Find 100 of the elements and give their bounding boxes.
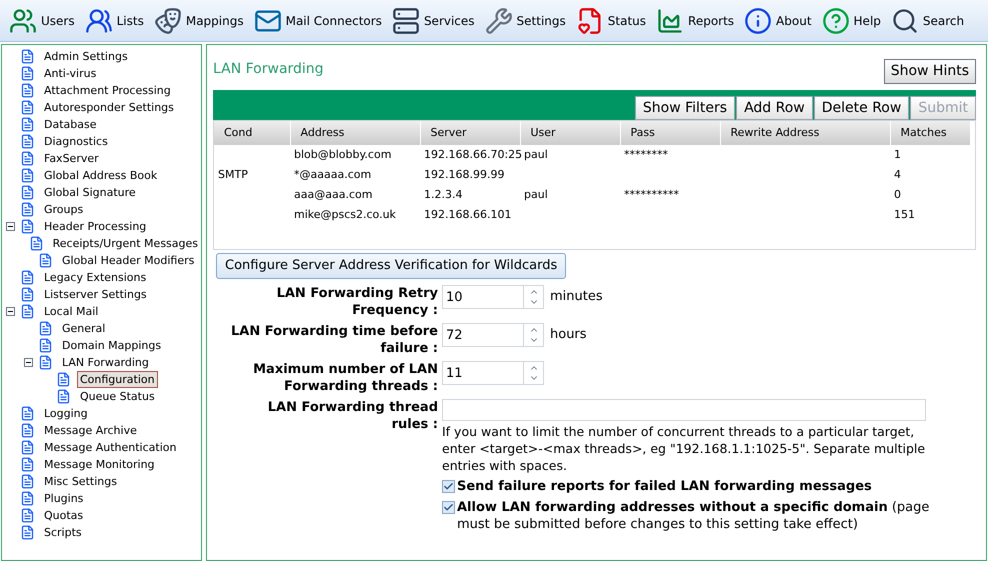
column-header[interactable]: Matches (890, 121, 970, 145)
page-icon (20, 66, 35, 81)
number-input[interactable]: 10 (442, 285, 524, 309)
tree-item[interactable]: Domain Mappings (59, 337, 164, 354)
tree-item[interactable]: Listserver Settings (41, 286, 150, 303)
tree-item[interactable]: Groups (41, 201, 86, 218)
table-cell: 192.168.99.99 (424, 168, 504, 181)
grid-button[interactable]: Add Row (736, 96, 813, 120)
page-icon (20, 49, 35, 64)
table-cell: paul (524, 148, 548, 161)
tree-item[interactable]: Attachment Processing (41, 82, 174, 99)
tree-item[interactable]: General (59, 320, 108, 337)
checkbox[interactable] (442, 480, 455, 493)
page-icon (20, 525, 35, 540)
page-icon (20, 168, 35, 183)
tree-item[interactable]: Local Mail (41, 303, 102, 320)
masks-icon (154, 6, 182, 34)
tree-item[interactable]: Anti-virus (41, 65, 100, 82)
tree-item[interactable]: Legacy Extensions (41, 269, 150, 286)
tree-item[interactable]: FaxServer (41, 150, 102, 167)
page-icon (56, 389, 71, 404)
toolbar-button[interactable]: Services (388, 2, 478, 38)
search-icon (890, 6, 919, 34)
field-label: LAN Forwarding thread rules : (266, 399, 438, 433)
table-cell: 151 (894, 208, 915, 221)
toolbar-button[interactable]: Status (572, 2, 650, 38)
toolbar-button[interactable]: Users (6, 2, 78, 38)
toolbar-button[interactable]: Lists (82, 2, 147, 38)
tree-item[interactable]: Message Monitoring (41, 456, 158, 473)
page-icon (28, 236, 44, 251)
column-header[interactable]: User (520, 121, 620, 145)
text-input[interactable] (442, 399, 926, 421)
spin-buttons[interactable] (524, 285, 544, 309)
tree-item[interactable]: Header Processing (41, 218, 150, 235)
toolbar-button[interactable]: Mappings (150, 2, 247, 38)
tree-item[interactable]: Message Authentication (41, 439, 180, 456)
collapse-toggle[interactable] (6, 222, 14, 231)
page-icon (20, 151, 35, 166)
show-hints-button[interactable]: Show Hints (884, 59, 976, 84)
tree-item[interactable]: Message Archive (41, 422, 140, 439)
spin-buttons[interactable] (524, 323, 544, 347)
unit-label: minutes (550, 288, 603, 306)
column-header[interactable]: Pass (620, 121, 720, 145)
table-cell: *@aaaaa.com (294, 168, 372, 181)
tree-item[interactable]: Scripts (41, 524, 85, 541)
tree-item[interactable]: Global Address Book (41, 167, 160, 184)
toolbar-button[interactable]: Mail Connectors (250, 2, 385, 38)
checkbox[interactable] (442, 501, 455, 514)
table-cell: aaa@aaa.com (294, 188, 372, 201)
tree-item[interactable]: Quotas (41, 507, 86, 524)
grid-button[interactable]: Show Filters (634, 96, 736, 120)
table-cell: blob@blobby.com (294, 148, 392, 161)
tree-item[interactable]: Global Signature (41, 184, 139, 201)
column-header[interactable]: Rewrite Address (720, 121, 890, 145)
spin-buttons[interactable] (524, 361, 544, 385)
page-title: LAN Forwarding (213, 60, 324, 79)
page-icon (20, 219, 35, 234)
toolbar-button[interactable]: Help (818, 2, 884, 38)
column-header[interactable]: Cond (214, 121, 290, 145)
toolbar-button[interactable]: Search (888, 2, 968, 38)
page-icon (20, 100, 35, 115)
tree-item[interactable]: Receipts/Urgent Messages (50, 235, 201, 252)
verify-config-button[interactable]: Configure Server Address Verification for Wildcards (216, 253, 566, 279)
toolbar-button[interactable]: Settings (482, 2, 569, 38)
number-input[interactable]: 11 (442, 361, 524, 385)
page-icon (20, 117, 35, 132)
toolbar-button[interactable]: About (741, 2, 815, 38)
tree-item[interactable]: Admin Settings (41, 48, 131, 65)
field-label: LAN Forwarding time before failure : (230, 323, 438, 357)
field-label: LAN Forwarding Retry Frequency : (276, 285, 438, 319)
page-icon (20, 304, 35, 319)
table-cell: ******** (624, 148, 668, 161)
tree-item[interactable]: Autoresponder Settings (41, 99, 177, 116)
tree-item[interactable]: Logging (41, 405, 91, 422)
tree-item[interactable]: Global Header Modifiers (59, 252, 198, 269)
collapse-toggle[interactable] (24, 358, 32, 367)
table-cell: 1 (894, 148, 901, 161)
table-cell: 4 (894, 168, 901, 181)
table-cell: 192.168.66.70:25 (424, 148, 522, 161)
tree-item[interactable]: Misc Settings (41, 473, 120, 490)
tree-item[interactable]: Database (41, 116, 100, 133)
page-icon (20, 134, 35, 149)
page-icon (20, 185, 35, 200)
tree-item[interactable]: Configuration (77, 371, 158, 388)
grid-button[interactable]: Delete Row (814, 96, 910, 120)
tree-item[interactable]: Plugins (41, 490, 86, 507)
page-icon (20, 287, 35, 302)
tree-item[interactable]: LAN Forwarding (59, 354, 152, 371)
page-icon (20, 440, 35, 455)
tree-item[interactable]: Queue Status (77, 388, 158, 405)
number-input[interactable]: 72 (442, 323, 524, 347)
toolbar-button[interactable]: Reports (653, 2, 738, 38)
column-header[interactable]: Address (290, 121, 420, 145)
users-icon (84, 6, 113, 34)
column-header[interactable]: Server (420, 121, 520, 145)
info-icon (744, 6, 772, 34)
table-cell: ********** (624, 188, 679, 201)
collapse-toggle[interactable] (6, 307, 14, 316)
page-icon (20, 270, 35, 285)
tree-item[interactable]: Diagnostics (41, 133, 111, 150)
